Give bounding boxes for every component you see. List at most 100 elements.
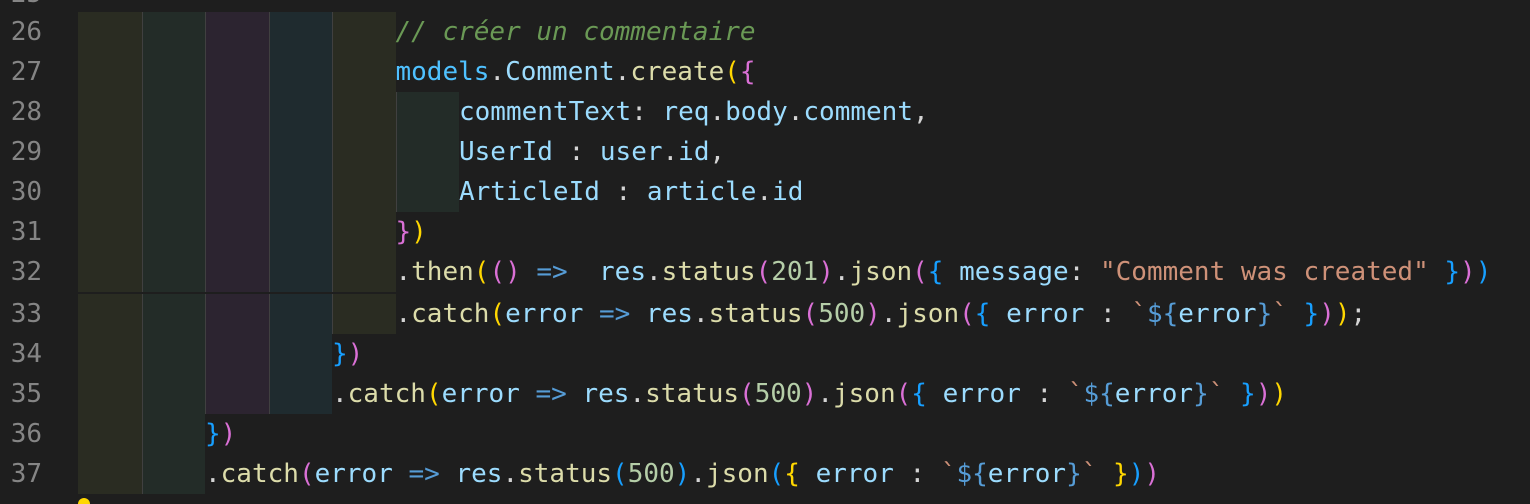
code-token: ` [1067, 379, 1084, 409]
code-token: => [599, 299, 631, 329]
code-line-26[interactable]: // créer un commentaire [78, 12, 1530, 52]
indent-guide [78, 252, 142, 292]
code-token: ) [1475, 257, 1492, 287]
indent-guide [332, 212, 396, 252]
code-token: id [678, 137, 710, 167]
code-token: . [332, 379, 348, 409]
code-line-29[interactable]: UserId : user.id, [78, 132, 1530, 172]
indent-guide [141, 334, 205, 374]
code-token: error [314, 459, 393, 489]
indent-guide [205, 212, 269, 252]
code-token: { [974, 299, 991, 329]
code-token: ( [612, 459, 628, 489]
code-line-36[interactable]: }) [78, 414, 1530, 454]
code-token: ArticleId [459, 177, 600, 207]
code-token: } [395, 217, 412, 247]
code-token: ) [1144, 459, 1161, 489]
code-line-32[interactable]: .then(() => res.status(201).json({ messa… [78, 252, 1530, 292]
indent-guide [141, 414, 205, 454]
indent-guide [268, 172, 332, 212]
code-line-34[interactable]: }) [78, 334, 1530, 374]
code-token: error [1114, 379, 1194, 409]
indent-guide [205, 132, 269, 172]
code-token: then [411, 257, 474, 287]
code-token: ) [1334, 299, 1351, 329]
code-token: res [582, 379, 630, 409]
code-token: catch [411, 299, 490, 329]
code-token: ( [802, 299, 819, 329]
code-token: status [708, 299, 803, 329]
code-token: ) [865, 299, 881, 329]
code-token: id [772, 177, 804, 207]
indent-guide [141, 12, 205, 52]
code-line-31[interactable]: }) [78, 212, 1530, 252]
indent-guide [205, 172, 269, 212]
indent-guide [141, 52, 205, 92]
code-token: . [690, 459, 706, 489]
code-token: . [646, 257, 662, 287]
code-token: => [535, 379, 567, 409]
code-token: user [599, 137, 663, 167]
code-line-28[interactable]: commentText: req.body.comment, [78, 92, 1530, 132]
indent-guide [141, 92, 205, 132]
code-line-37[interactable]: .catch(error => res.status(500).json({ e… [78, 454, 1530, 494]
code-token: ; [1350, 299, 1367, 329]
code-token: 201 [771, 257, 819, 287]
code-token: } [1240, 379, 1256, 409]
code-token: . [880, 299, 897, 329]
code-token: ) [674, 459, 691, 489]
code-token: ` [940, 459, 957, 489]
indent-guide [141, 454, 205, 494]
code-token: . [692, 299, 709, 329]
indent-guide [78, 374, 142, 414]
indent-guide [395, 92, 459, 132]
code-token: } [1193, 379, 1209, 409]
code-token: . [817, 379, 833, 409]
indent-guide [78, 52, 142, 92]
code-token: "Comment was created" [1100, 257, 1429, 287]
code-token: error [505, 299, 584, 329]
indent-guide [268, 212, 332, 252]
code-editor[interactable]: 25 26 27 28 29 30 31 32 33 34 35 36 37 /… [0, 0, 1530, 504]
indent-guide [268, 252, 332, 292]
code-token: . [395, 299, 412, 329]
code-line-33[interactable]: .catch(error => res.status(500).json({ e… [78, 294, 1530, 334]
indent-guide [268, 132, 332, 172]
indent-guide [205, 294, 269, 334]
code-token: status [661, 257, 756, 287]
indent-guide [78, 334, 142, 374]
code-token: ( [912, 257, 928, 287]
code-token: , [709, 137, 726, 167]
code-line-35[interactable]: .catch(error => res.status(500).json({ e… [78, 374, 1530, 414]
code-token: ` [1208, 379, 1225, 409]
code-token: : [1020, 379, 1068, 409]
indent-guide [78, 212, 142, 252]
code-line-27[interactable]: models.Comment.create({ [78, 52, 1530, 92]
code-token: . [662, 137, 679, 167]
code-token: status [518, 459, 613, 489]
code-token: json [896, 299, 960, 329]
code-token: ( [959, 299, 975, 329]
code-token: 500 [754, 379, 802, 409]
line-number: 36 [10, 419, 42, 449]
code-token: create [630, 57, 725, 87]
code-token: ${ [1083, 379, 1115, 409]
code-token: body [725, 97, 788, 127]
code-token: () [489, 257, 521, 287]
code-token: } [205, 419, 221, 449]
code-line-30[interactable]: ArticleId : article.id [78, 172, 1530, 212]
code-token: ${ [956, 459, 988, 489]
code-token: { [739, 57, 756, 87]
code-token: } [1066, 459, 1082, 489]
indent-guide [205, 92, 269, 132]
line-number: 28 [10, 97, 42, 127]
